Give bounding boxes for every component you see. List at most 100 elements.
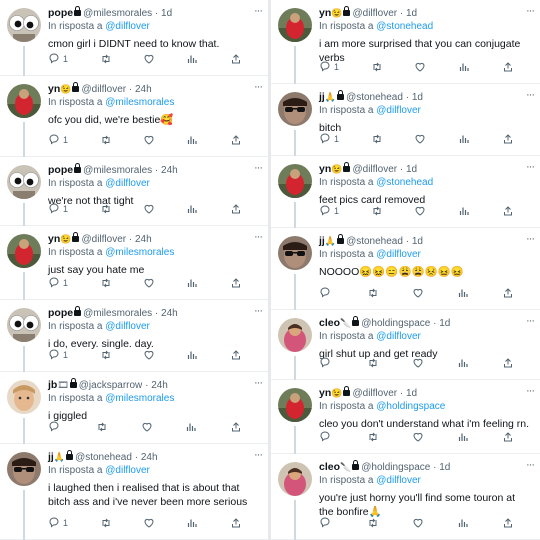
- views-icon[interactable]: [186, 277, 198, 289]
- timestamp[interactable]: 1d: [406, 388, 417, 399]
- like-icon[interactable]: [412, 357, 424, 369]
- reply-to-handle[interactable]: @dilflover: [376, 249, 421, 260]
- reply-button[interactable]: 1: [48, 52, 68, 66]
- retweet-icon[interactable]: [367, 517, 379, 529]
- reply-button[interactable]: 1: [48, 202, 68, 216]
- more-options-icon[interactable]: ···: [526, 459, 535, 471]
- reply-to-handle[interactable]: @dilflover: [105, 465, 150, 476]
- reply-button[interactable]: [48, 420, 63, 434]
- tweet[interactable]: jj🙏 @stonehead · 1d ··· In risposta a @dilf…: [271, 84, 540, 156]
- retweet-icon[interactable]: [371, 133, 383, 145]
- user-handle[interactable]: @dilflover: [81, 234, 126, 245]
- avatar[interactable]: [7, 452, 41, 486]
- share-icon[interactable]: [230, 53, 242, 65]
- timestamp[interactable]: 24h: [141, 452, 158, 463]
- more-options-icon[interactable]: ···: [526, 161, 535, 173]
- more-options-icon[interactable]: ···: [254, 81, 263, 93]
- avatar[interactable]: [278, 92, 312, 126]
- share-icon[interactable]: [230, 134, 242, 146]
- tweet[interactable]: jj🙏 @stonehead · 1d ··· In risposta a @dilf…: [271, 228, 540, 310]
- avatar[interactable]: [278, 236, 312, 270]
- user-handle[interactable]: @jacksparrow: [79, 380, 143, 391]
- share-icon[interactable]: [502, 357, 514, 369]
- more-options-icon[interactable]: ···: [526, 315, 535, 327]
- retweet-icon[interactable]: [100, 517, 112, 529]
- reply-to-handle[interactable]: @milesmorales: [105, 97, 174, 108]
- share-icon[interactable]: [230, 277, 242, 289]
- reply-to-handle[interactable]: @milesmorales: [105, 247, 174, 258]
- share-icon[interactable]: [502, 431, 514, 443]
- display-name[interactable]: yn: [48, 233, 60, 245]
- user-handle[interactable]: @dilflover: [352, 388, 397, 399]
- more-options-icon[interactable]: ···: [254, 449, 263, 461]
- display-name[interactable]: yn: [319, 163, 331, 175]
- like-icon[interactable]: [414, 205, 426, 217]
- user-handle[interactable]: @holdingspace: [361, 462, 430, 473]
- display-name[interactable]: yn: [48, 83, 60, 95]
- like-icon[interactable]: [412, 431, 424, 443]
- reply-button[interactable]: 1: [319, 204, 339, 218]
- tweet[interactable]: yn😉 @dilflover · 24h ··· In risposta a @mil…: [0, 76, 268, 157]
- views-icon[interactable]: [458, 205, 470, 217]
- share-icon[interactable]: [230, 517, 242, 529]
- timestamp[interactable]: 1d: [439, 462, 450, 473]
- more-options-icon[interactable]: ···: [526, 385, 535, 397]
- views-icon[interactable]: [458, 133, 470, 145]
- like-icon[interactable]: [414, 133, 426, 145]
- user-handle[interactable]: @dilflover: [352, 8, 397, 19]
- share-icon[interactable]: [502, 517, 514, 529]
- tweet[interactable]: pope @milesmorales · 24h ··· In risposta a …: [0, 300, 268, 372]
- tweet[interactable]: pope @milesmorales · 24h ··· In risposta a …: [0, 157, 268, 226]
- retweet-icon[interactable]: [96, 421, 108, 433]
- reply-to-handle[interactable]: @dilflover: [376, 105, 421, 116]
- reply-button[interactable]: 1: [48, 276, 68, 290]
- avatar[interactable]: [7, 308, 41, 342]
- avatar[interactable]: [7, 234, 41, 268]
- share-icon[interactable]: [502, 205, 514, 217]
- reply-button[interactable]: 1: [48, 516, 68, 530]
- retweet-icon[interactable]: [371, 205, 383, 217]
- reply-button[interactable]: [319, 516, 334, 530]
- tweet[interactable]: cleo🔪 @holdingspace · 1d ··· In risposta a …: [271, 454, 540, 540]
- views-icon[interactable]: [186, 53, 198, 65]
- more-options-icon[interactable]: ···: [526, 5, 535, 17]
- tweet[interactable]: jb🎞 @jacksparrow · 24h ··· In risposta a @m…: [0, 372, 268, 444]
- like-icon[interactable]: [414, 61, 426, 73]
- views-icon[interactable]: [186, 203, 198, 215]
- reply-to-handle[interactable]: @milesmorales: [105, 393, 174, 404]
- tweet[interactable]: cleo🔪 @holdingspace · 1d ··· In risposta a …: [271, 310, 540, 380]
- user-handle[interactable]: @dilflover: [81, 84, 126, 95]
- reply-to-handle[interactable]: @stonehead: [376, 177, 433, 188]
- like-icon[interactable]: [143, 203, 155, 215]
- like-icon[interactable]: [141, 421, 153, 433]
- like-icon[interactable]: [143, 277, 155, 289]
- reply-to-handle[interactable]: @dilflover: [376, 475, 421, 486]
- timestamp[interactable]: 24h: [161, 165, 178, 176]
- tweet[interactable]: yn😉 @dilflover · 24h ··· In risposta a @mil…: [0, 226, 268, 300]
- avatar[interactable]: [278, 8, 312, 42]
- share-icon[interactable]: [502, 61, 514, 73]
- reply-to-handle[interactable]: @dilflover: [105, 21, 150, 32]
- timestamp[interactable]: 24h: [135, 84, 152, 95]
- like-icon[interactable]: [412, 287, 424, 299]
- reply-button[interactable]: [319, 356, 334, 370]
- views-icon[interactable]: [457, 287, 469, 299]
- timestamp[interactable]: 1d: [406, 164, 417, 175]
- retweet-icon[interactable]: [100, 349, 112, 361]
- user-handle[interactable]: @stonehead: [75, 452, 132, 463]
- avatar[interactable]: [7, 8, 41, 42]
- views-icon[interactable]: [457, 517, 469, 529]
- display-name[interactable]: yn: [319, 7, 331, 19]
- share-icon[interactable]: [230, 349, 242, 361]
- like-icon[interactable]: [143, 349, 155, 361]
- user-handle[interactable]: @stonehead: [346, 236, 403, 247]
- timestamp[interactable]: 24h: [161, 308, 178, 319]
- retweet-icon[interactable]: [100, 203, 112, 215]
- avatar[interactable]: [278, 164, 312, 198]
- retweet-icon[interactable]: [367, 431, 379, 443]
- display-name[interactable]: yn: [319, 387, 331, 399]
- reply-button[interactable]: 1: [319, 60, 339, 74]
- retweet-icon[interactable]: [367, 357, 379, 369]
- timestamp[interactable]: 1d: [161, 8, 172, 19]
- retweet-icon[interactable]: [100, 134, 112, 146]
